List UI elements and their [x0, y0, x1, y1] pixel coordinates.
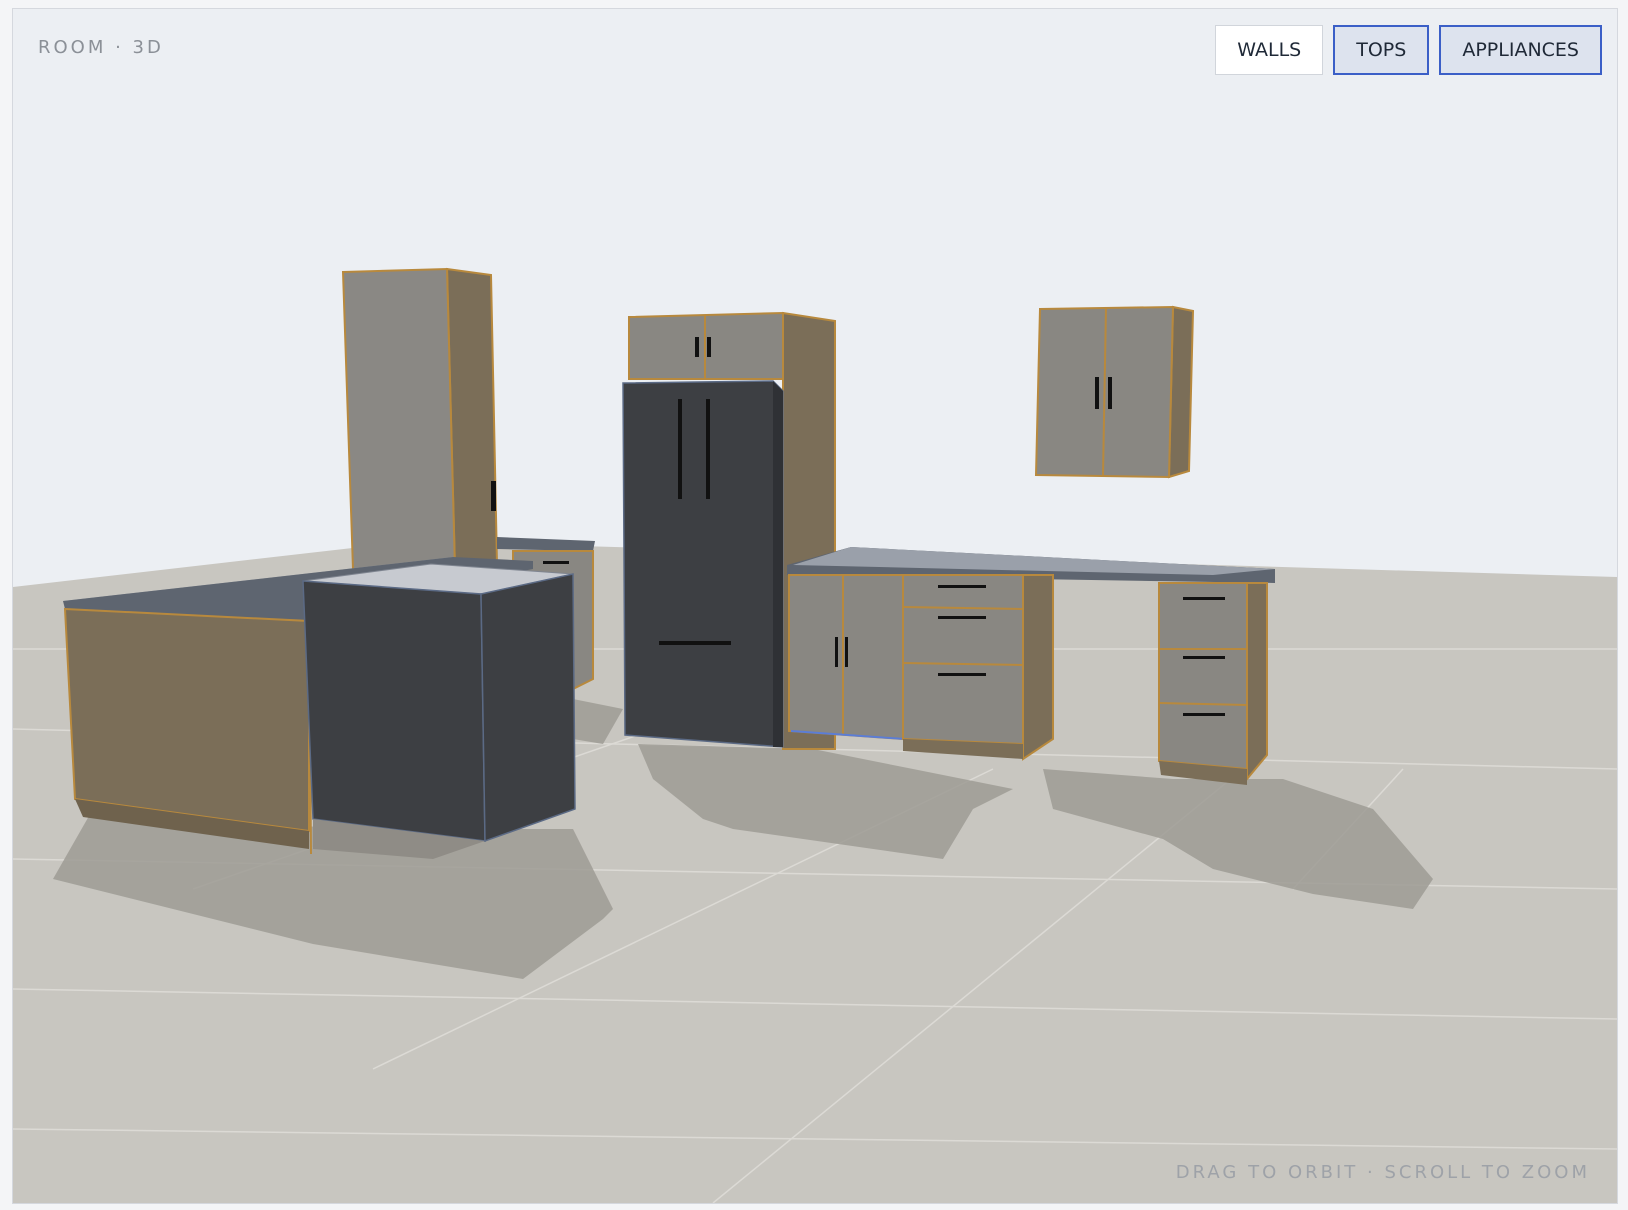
- wall-cabinet[interactable]: [1034, 305, 1195, 479]
- room-3d-scene[interactable]: [13, 9, 1617, 1203]
- tall-pantry-cabinet[interactable]: [341, 267, 499, 571]
- walls-toggle-button[interactable]: WALLS: [1215, 25, 1324, 75]
- view-mode-label: ROOM · 3D: [38, 37, 164, 58]
- 3d-viewport[interactable]: ROOM · 3D WALLS TOPS APPLIANCES DRAG TO …: [12, 8, 1618, 1204]
- layer-toggle-group: WALLS TOPS APPLIANCES: [1215, 25, 1602, 75]
- tops-toggle-button[interactable]: TOPS: [1333, 25, 1430, 75]
- appliances-toggle-button[interactable]: APPLIANCES: [1439, 25, 1602, 75]
- navigation-hint: DRAG TO ORBIT · SCROLL TO ZOOM: [1175, 1162, 1590, 1183]
- island-appliance[interactable]: [302, 563, 576, 859]
